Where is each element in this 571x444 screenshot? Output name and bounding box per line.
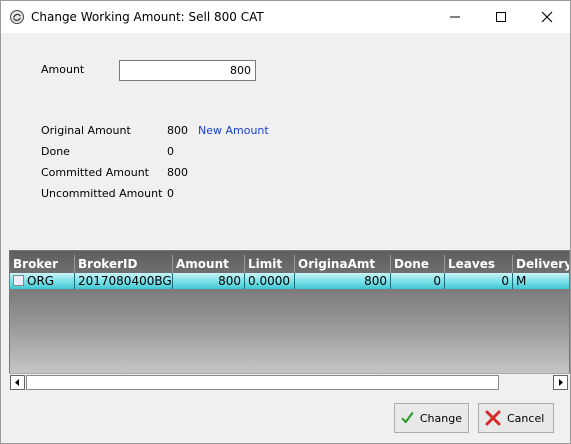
scroll-left-button[interactable]: [10, 375, 25, 390]
original-amount-value: 800: [167, 124, 188, 137]
scroll-right-button[interactable]: [553, 375, 568, 390]
change-button[interactable]: Change: [394, 403, 469, 433]
done-value: 0: [167, 145, 174, 158]
done-label: Done: [41, 145, 70, 158]
broker-grid[interactable]: Broker BrokerID Amount Limit OriginaAmt …: [9, 250, 570, 391]
close-button[interactable]: [524, 1, 570, 33]
col-header-delivery[interactable]: Delivery: [513, 255, 569, 273]
cancel-button-label: Cancel: [507, 411, 545, 425]
maximize-button[interactable]: [478, 1, 524, 33]
uncommitted-amount-label: Uncommitted Amount: [41, 187, 163, 200]
amount-input[interactable]: [119, 60, 256, 81]
cell-original-amt: 800: [295, 273, 391, 289]
minimize-button[interactable]: [432, 1, 478, 33]
maximize-icon: [496, 12, 506, 22]
arrow-left-icon: [15, 379, 19, 386]
col-header-done[interactable]: Done: [391, 255, 445, 273]
app-icon: [10, 10, 24, 24]
cell-done: 0: [391, 273, 445, 289]
scrollbar-thumb[interactable]: [26, 375, 499, 390]
original-amount-label: Original Amount: [41, 124, 131, 137]
cell-broker-text: ORG: [27, 274, 55, 288]
cell-leaves: 0: [445, 273, 513, 289]
col-header-amount[interactable]: Amount: [173, 255, 245, 273]
table-row[interactable]: ORG 2017080400BG 800 0.0000 800 0 0 M: [10, 273, 569, 289]
minimize-icon: [450, 16, 460, 18]
committed-amount-label: Committed Amount: [41, 166, 149, 179]
committed-amount-value: 800: [167, 166, 188, 179]
dialog-window: Change Working Amount: Sell 800 CAT Amou…: [0, 0, 571, 444]
cancel-x-icon: [485, 410, 501, 426]
col-header-broker[interactable]: Broker: [10, 255, 75, 273]
cell-limit: 0.0000: [245, 273, 295, 289]
cancel-button[interactable]: Cancel: [478, 403, 554, 433]
title-bar[interactable]: Change Working Amount: Sell 800 CAT: [1, 1, 570, 33]
check-icon: [401, 412, 414, 424]
col-header-limit[interactable]: Limit: [245, 255, 295, 273]
new-amount-link[interactable]: New Amount: [198, 124, 269, 137]
change-button-label: Change: [419, 411, 462, 425]
cell-broker-id: 2017080400BG: [75, 273, 173, 289]
cell-broker: ORG: [10, 273, 75, 289]
row-checkbox-icon[interactable]: [13, 275, 24, 286]
uncommitted-amount-value: 0: [167, 187, 174, 200]
close-icon: [541, 11, 553, 23]
grid-header: Broker BrokerID Amount Limit OriginaAmt …: [10, 255, 569, 273]
col-header-leaves[interactable]: Leaves: [445, 255, 513, 273]
window-title: Change Working Amount: Sell 800 CAT: [31, 10, 264, 24]
cell-delivery: M: [513, 273, 569, 289]
col-header-original-amt[interactable]: OriginaAmt: [295, 255, 391, 273]
col-header-broker-id[interactable]: BrokerID: [75, 255, 173, 273]
horizontal-scrollbar[interactable]: [9, 373, 570, 391]
amount-label: Amount: [41, 63, 85, 76]
cell-amount: 800: [173, 273, 245, 289]
arrow-right-icon: [559, 379, 563, 386]
